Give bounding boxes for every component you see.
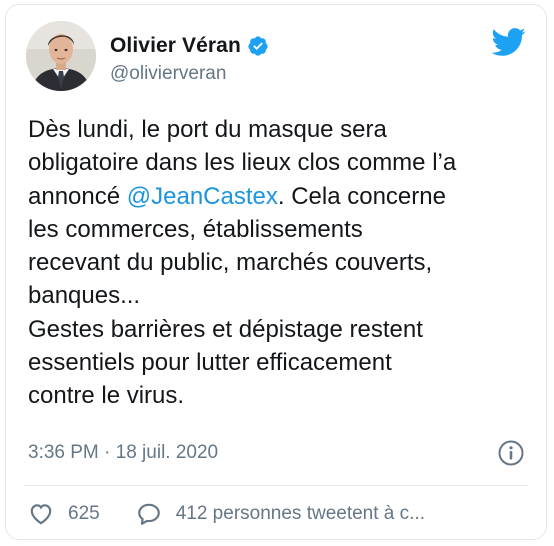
tweet-actions: 625 412 personnes tweetent à c... [28,499,524,529]
tweet-timestamp[interactable]: 3:36 PM · 18 juil. 2020 [28,442,218,463]
retweeters-label: 412 personnes tweetent à c... [175,503,425,524]
author-name-row: Olivier Véran [110,33,269,59]
like-count: 625 [68,503,100,524]
author-display-name[interactable]: Olivier Véran [110,34,241,58]
author-info: Olivier Véran @olivierveran [110,33,269,85]
info-icon[interactable] [498,440,524,466]
like-button[interactable]: 625 [28,501,100,527]
heart-icon [30,504,52,525]
tweet-meta: 3:36 PM · 18 juil. 2020 [28,438,524,468]
person-portrait-icon [26,21,96,91]
author-handle[interactable]: @olivierveran [110,63,269,85]
tweet-card: Olivier Véran @olivierveran Dès lundi, l… [5,4,547,540]
divider [24,485,528,486]
verified-badge-icon [248,36,268,56]
tweet-text: Dès lundi, le port du masque sera obliga… [28,113,528,413]
speech-bubble-icon [137,503,160,525]
tweet-text-part2: . Cela concerne les commerces, établisse… [28,182,446,410]
retweeters-link[interactable]: 412 personnes tweetent à c... [136,501,425,527]
mention-link[interactable]: @JeanCastex [127,183,278,210]
twitter-bird-icon[interactable] [490,27,526,57]
avatar[interactable] [26,21,96,91]
tweet-header: Olivier Véran @olivierveran [26,21,526,93]
